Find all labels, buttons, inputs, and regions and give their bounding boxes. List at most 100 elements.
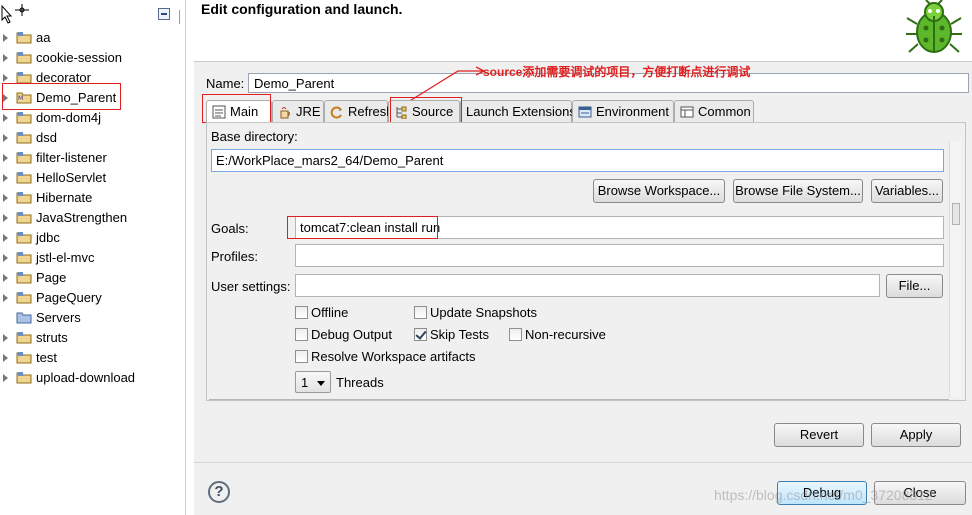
tree-item[interactable]: upload-download: [0, 368, 186, 388]
offline-checkbox[interactable]: [295, 306, 308, 319]
tree-item-label: jstl-el-mvc: [36, 250, 95, 265]
tree-item[interactable]: JavaStrengthen: [0, 208, 186, 228]
project-folder-icon: [16, 152, 32, 164]
tree-item[interactable]: struts: [0, 328, 186, 348]
scrollbar-thumb[interactable]: [952, 203, 960, 225]
browse-workspace-button[interactable]: Browse Workspace...: [593, 179, 725, 203]
expand-arrow-icon[interactable]: [3, 34, 8, 42]
user-settings-label: User settings:: [211, 279, 291, 294]
expand-arrow-icon[interactable]: [3, 54, 8, 62]
non-recursive-label: Non-recursive: [525, 327, 606, 342]
variables-button[interactable]: Variables...: [871, 179, 943, 203]
profiles-input[interactable]: [295, 244, 944, 267]
file-button[interactable]: File...: [886, 274, 943, 298]
expand-arrow-icon[interactable]: [3, 254, 8, 262]
tree-item-label: JavaStrengthen: [36, 210, 128, 225]
collapse-all-icon[interactable]: [158, 8, 170, 20]
help-icon[interactable]: ?: [208, 481, 230, 503]
browse-file-system-button[interactable]: Browse File System...: [733, 179, 863, 203]
tree-item-label: Servers: [36, 310, 81, 325]
expand-arrow-icon[interactable]: [3, 214, 8, 222]
base-directory-label: Base directory:: [211, 129, 298, 144]
tree-item[interactable]: aa: [0, 28, 186, 48]
skip-tests-checkbox[interactable]: [414, 328, 427, 341]
tree-item-label: dsd: [36, 130, 57, 145]
tab-common-label: Common: [698, 104, 751, 119]
project-folder-icon: [16, 232, 32, 244]
demo-parent-highlight: [2, 83, 121, 110]
tab-environment-label: Environment: [596, 104, 669, 119]
tab-jre[interactable]: JRE: [272, 100, 324, 122]
threads-value: 1: [301, 375, 309, 390]
resolve-workspace-checkbox[interactable]: [295, 350, 308, 363]
watermark-text: https://blog.csdn.net/m0_37208812: [714, 487, 933, 503]
revert-button[interactable]: Revert: [774, 423, 864, 447]
tree-item[interactable]: Page: [0, 268, 186, 288]
vertical-scrollbar[interactable]: [949, 141, 961, 397]
tree-item-label: jdbc: [36, 230, 60, 245]
expand-arrow-icon[interactable]: [3, 294, 8, 302]
expand-arrow-icon[interactable]: [3, 174, 8, 182]
main-tab-highlight: [202, 94, 271, 123]
launch-configuration-dialog: Edit configuration and launch. Name: Dem…: [194, 0, 972, 515]
debug-bug-icon: [906, 0, 962, 53]
tab-launch-extensions[interactable]: Launch Extensions: [460, 100, 576, 122]
expand-arrow-icon[interactable]: [3, 354, 8, 362]
tree-item[interactable]: jdbc: [0, 228, 186, 248]
offline-label: Offline: [311, 305, 349, 320]
expand-arrow-icon[interactable]: [3, 114, 8, 122]
base-directory-input[interactable]: E:/WorkPlace_mars2_64/Demo_Parent: [211, 149, 944, 172]
expand-arrow-icon[interactable]: [3, 234, 8, 242]
dialog-title: Edit configuration and launch.: [201, 1, 403, 17]
project-folder-icon: [16, 252, 32, 264]
tree-item[interactable]: dom-dom4j: [0, 108, 186, 128]
expand-arrow-icon[interactable]: [3, 134, 8, 142]
tree-item-label: aa: [36, 30, 51, 45]
expand-arrow-icon[interactable]: [3, 154, 8, 162]
jre-icon: [280, 107, 290, 119]
goals-label: Goals:: [211, 221, 249, 236]
user-settings-input[interactable]: [295, 274, 880, 297]
project-folder-icon: [16, 52, 32, 64]
project-explorer: aa cookie-session decorator M Demo_Parent dom…: [0, 0, 186, 515]
expand-arrow-icon[interactable]: [3, 374, 8, 382]
tab-common[interactable]: Common: [674, 100, 754, 122]
tree-item[interactable]: Servers: [0, 308, 186, 328]
tree-item[interactable]: Hibernate: [0, 188, 186, 208]
expand-arrow-icon[interactable]: [3, 274, 8, 282]
tree-item[interactable]: PageQuery: [0, 288, 186, 308]
tree-item[interactable]: jstl-el-mvc: [0, 248, 186, 268]
expand-arrow-icon[interactable]: [3, 334, 8, 342]
debug-output-checkbox[interactable]: [295, 328, 308, 341]
source-tab-highlight: [390, 97, 462, 125]
horizontal-divider: [209, 399, 949, 400]
tree-item-label: HelloServlet: [36, 170, 107, 185]
threads-select[interactable]: 1: [295, 371, 331, 393]
tree-item-label: Hibernate: [36, 190, 93, 205]
goals-highlight: [287, 216, 438, 239]
expand-arrow-icon[interactable]: [3, 194, 8, 202]
tab-launch-extensions-label: Launch Extensions: [466, 104, 576, 119]
apply-button[interactable]: Apply: [871, 423, 961, 447]
folder-icon: [16, 312, 32, 324]
project-folder-icon: [16, 372, 32, 384]
project-folder-icon: [16, 292, 32, 304]
dialog-banner: Edit configuration and launch.: [194, 0, 972, 62]
update-snapshots-checkbox[interactable]: [414, 306, 427, 319]
environment-icon: [578, 106, 592, 118]
tree-item[interactable]: HelloServlet: [0, 168, 186, 188]
non-recursive-checkbox[interactable]: [509, 328, 522, 341]
tree-item[interactable]: dsd: [0, 128, 186, 148]
tree-item[interactable]: filter-listener: [0, 148, 186, 168]
tab-jre-label: JRE: [296, 104, 321, 119]
tree-item[interactable]: test: [0, 348, 186, 368]
name-label: Name:: [206, 76, 245, 91]
tree-item[interactable]: cookie-session: [0, 48, 186, 68]
footer-separator: [194, 462, 972, 463]
tree-item-label: PageQuery: [36, 290, 102, 305]
common-icon: [680, 106, 694, 118]
project-folder-icon: [16, 32, 32, 44]
tab-refresh[interactable]: Refresh: [324, 100, 394, 122]
tab-environment[interactable]: Environment: [572, 100, 674, 122]
expand-arrow-icon[interactable]: [3, 74, 8, 82]
